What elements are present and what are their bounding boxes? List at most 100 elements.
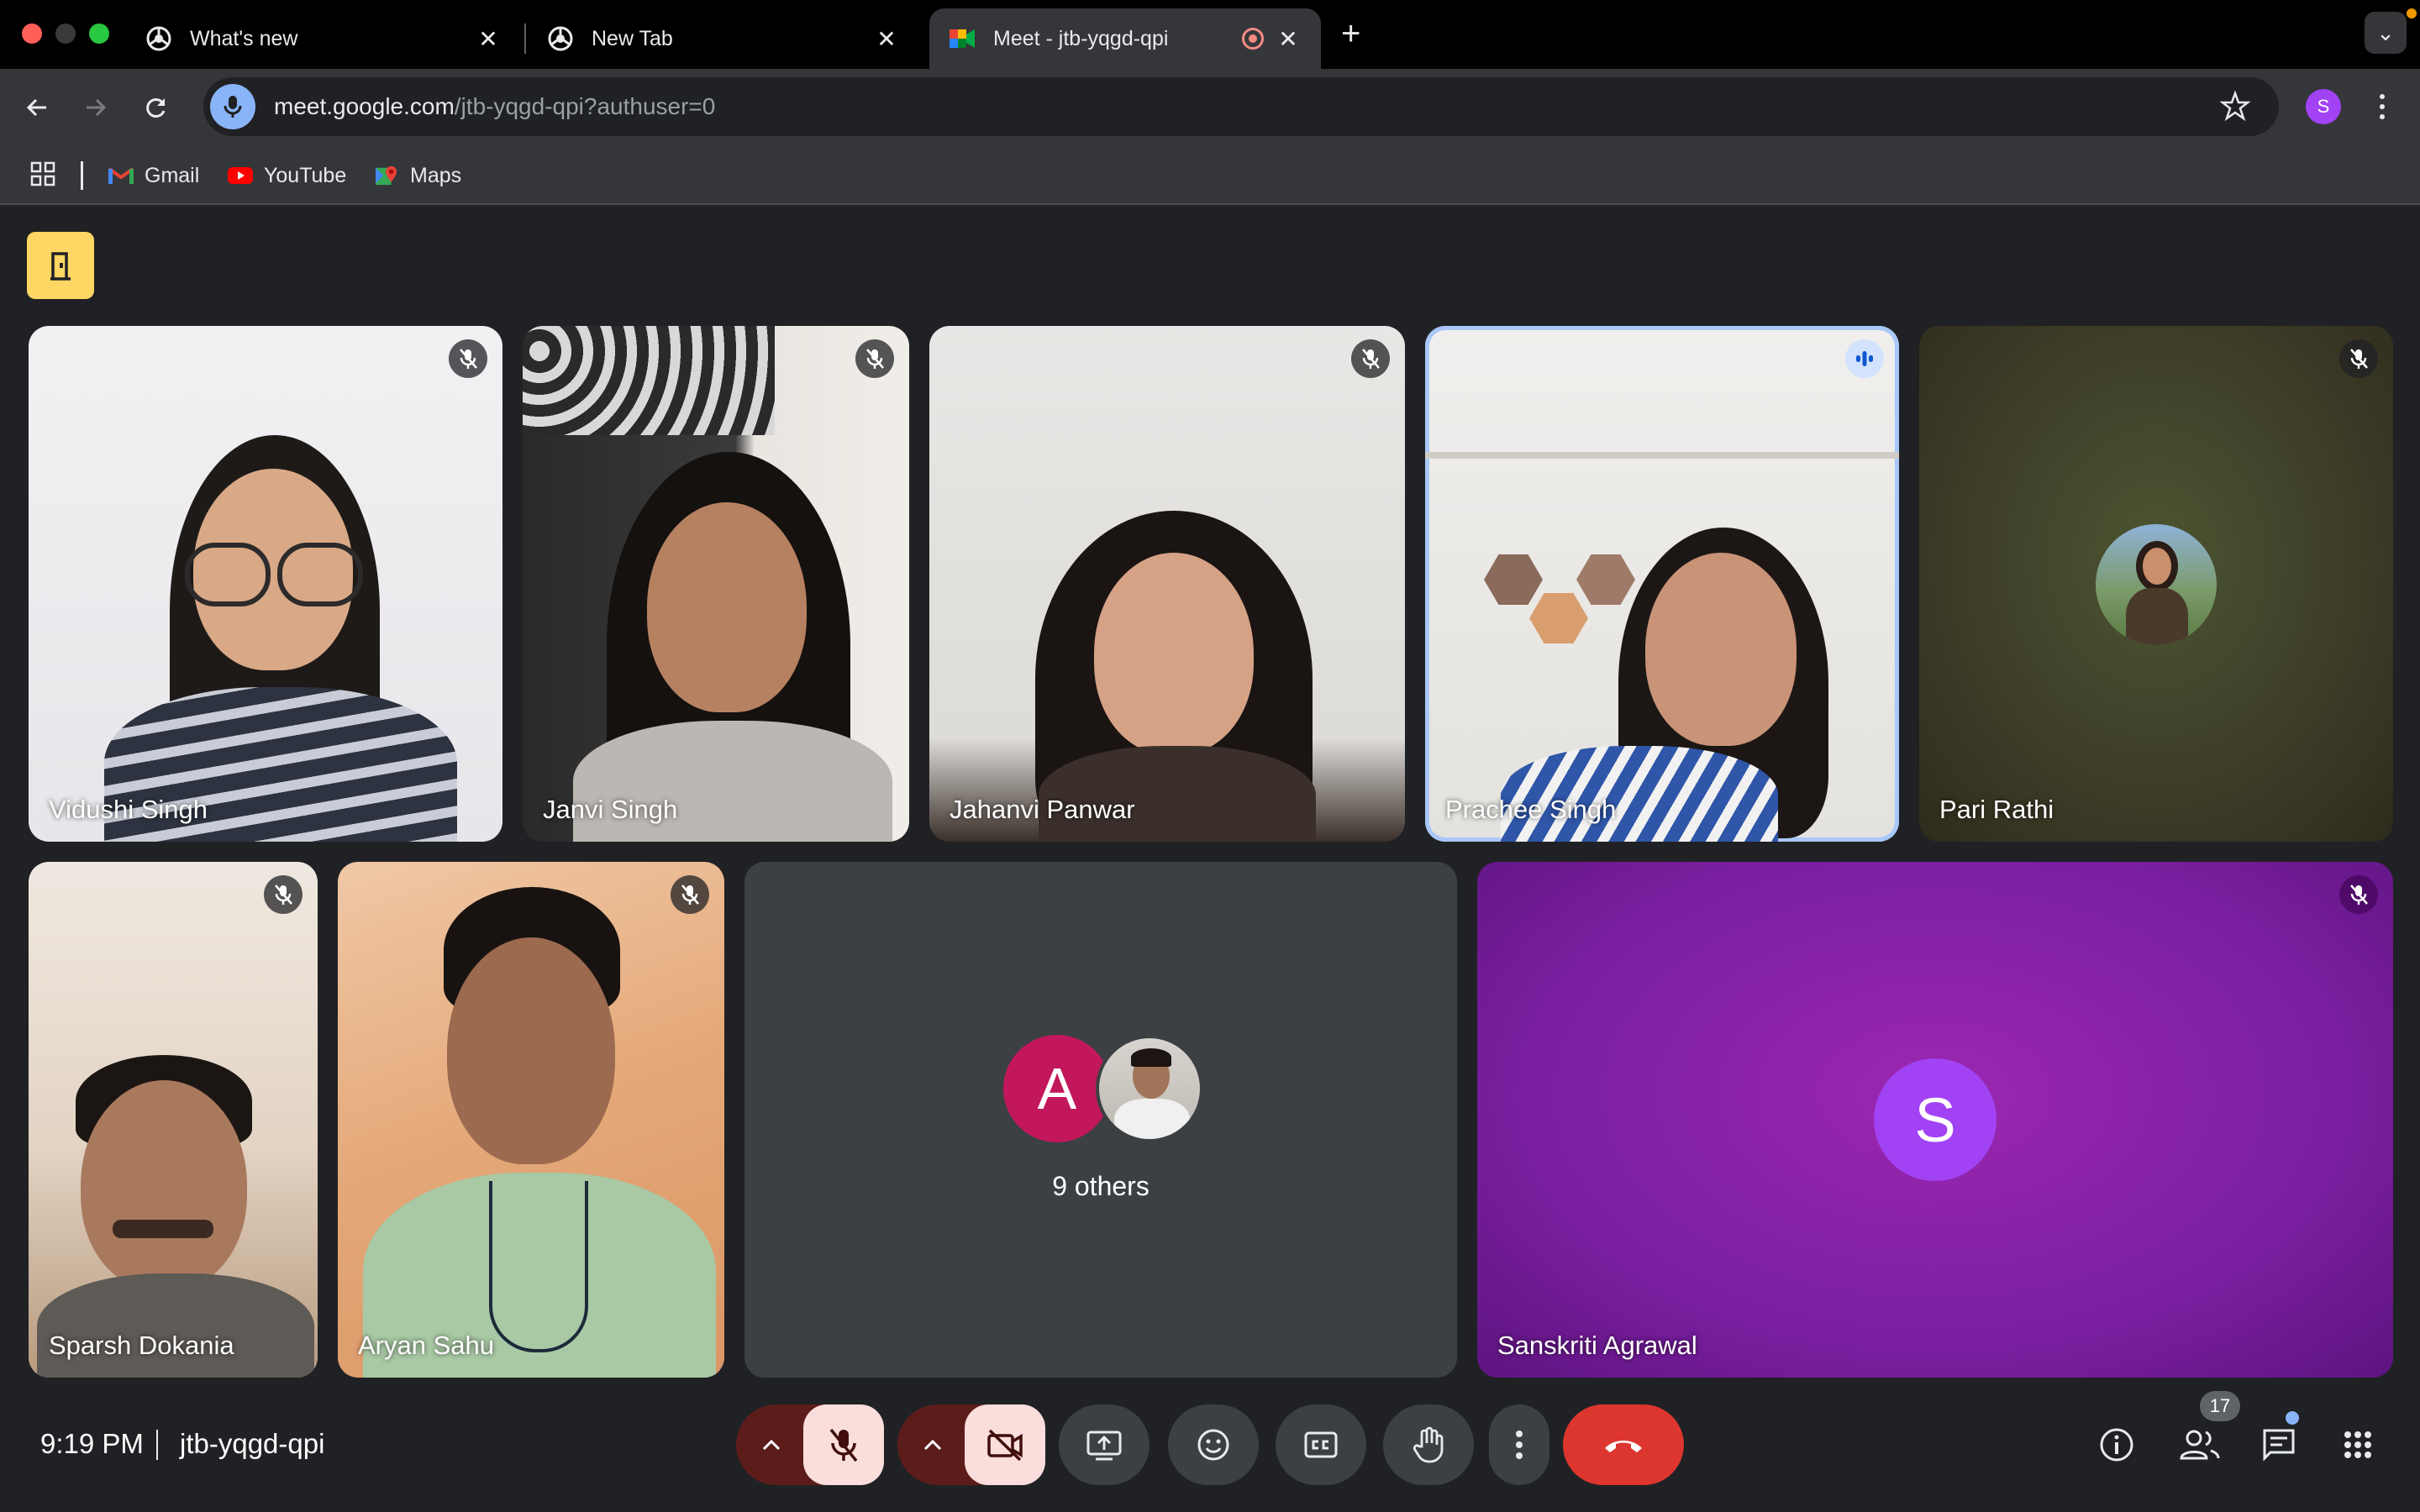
more-options-button[interactable]	[1489, 1404, 1549, 1485]
others-avatar-photo	[1096, 1035, 1203, 1142]
emoji-icon	[1197, 1429, 1229, 1461]
video-face	[647, 502, 807, 712]
bookmark-divider	[81, 161, 83, 190]
video-shirt	[37, 1273, 314, 1378]
people-icon	[2180, 1430, 2220, 1460]
chrome-icon	[146, 26, 171, 51]
participant-name: Jahanvi Panwar	[950, 795, 1135, 824]
participant-name: Janvi Singh	[543, 795, 678, 824]
tab-search-button[interactable]: ⌄	[2365, 12, 2407, 54]
video-moustache	[113, 1220, 213, 1238]
address-bar[interactable]: meet.google.com/jtb-yqgd-qpi?authuser=0	[203, 77, 2279, 136]
close-tab-icon[interactable]: ✕	[872, 25, 901, 53]
participant-tile-vidushi[interactable]: Vidushi Singh	[29, 326, 502, 842]
video-options-button[interactable]	[899, 1404, 966, 1485]
others-tile[interactable]: A 9 others	[744, 862, 1457, 1378]
present-screen-icon	[1086, 1431, 1122, 1461]
apps-grid-icon[interactable]	[30, 161, 55, 191]
video-hex-decor	[1529, 593, 1588, 643]
reload-button[interactable]	[134, 86, 178, 129]
participant-tile-sanskriti[interactable]: S Sanskriti Agrawal	[1477, 862, 2393, 1378]
door-icon	[50, 252, 71, 281]
microphone-site-icon[interactable]	[210, 84, 255, 129]
bookmark-label: Maps	[410, 163, 462, 187]
participant-tile-pari[interactable]: Pari Rathi	[1919, 326, 2393, 842]
tab-title: What's new	[190, 26, 298, 50]
tab-new-tab[interactable]: New Tab ✕	[528, 8, 919, 69]
reload-icon	[146, 98, 166, 118]
tab-meet[interactable]: Meet - jtb-yqgd-qpi ✕	[929, 8, 1321, 69]
meeting-host-controls-button[interactable]	[27, 232, 94, 299]
url-host: meet.google.com	[274, 93, 455, 119]
profile-avatar[interactable]: S	[2306, 89, 2341, 124]
captions-button[interactable]	[1276, 1404, 1366, 1485]
tab-whats-new[interactable]: What's new ✕	[126, 8, 521, 69]
bookmark-label: YouTube	[264, 163, 347, 187]
activities-button[interactable]	[2328, 1404, 2388, 1485]
raise-hand-button[interactable]	[1383, 1404, 1474, 1485]
info-icon	[2100, 1428, 2133, 1462]
minimize-window-button[interactable]	[55, 24, 76, 44]
participant-tile-jahanvi[interactable]: Jahanvi Panwar	[929, 326, 1405, 842]
tab-separator	[524, 24, 526, 54]
recording-indicator-icon	[1242, 28, 1264, 50]
video-face	[1094, 553, 1254, 754]
present-screen-button[interactable]	[1059, 1404, 1150, 1485]
leave-call-button[interactable]	[1563, 1404, 1684, 1485]
participant-name: Sparsh Dokania	[49, 1331, 234, 1360]
camera-off-icon	[987, 1429, 1023, 1462]
muted-mic-icon	[671, 875, 709, 914]
zoom-window-button[interactable]	[89, 24, 109, 44]
muted-mic-icon	[1351, 339, 1390, 378]
muted-mic-icon	[2339, 339, 2378, 378]
close-window-button[interactable]	[22, 24, 42, 44]
close-tab-icon[interactable]: ✕	[1274, 25, 1302, 53]
google-meet-icon	[950, 26, 975, 51]
bookmark-star-icon[interactable]	[2219, 90, 2251, 125]
tab-title: Meet - jtb-yqgd-qpi	[993, 26, 1169, 50]
participant-tile-sparsh[interactable]: Sparsh Dokania	[29, 862, 318, 1378]
meeting-time: 9:19 PM	[40, 1428, 144, 1459]
microphone-off-icon	[829, 1428, 858, 1462]
participant-name: Vidushi Singh	[49, 795, 208, 824]
participant-name: Aryan Sahu	[358, 1331, 494, 1360]
video-face	[1645, 553, 1797, 746]
video-face	[447, 937, 615, 1164]
bookmark-label: Gmail	[145, 163, 200, 187]
url-path: /jtb-yqgd-qpi?authuser=0	[454, 93, 716, 119]
forward-button[interactable]	[74, 86, 118, 129]
reactions-button[interactable]	[1168, 1404, 1259, 1485]
browser-menu-button[interactable]	[2370, 86, 2395, 128]
bookmark-youtube[interactable]: YouTube	[227, 161, 346, 190]
more-vert-icon	[1516, 1431, 1523, 1459]
arrow-left-icon	[26, 98, 46, 117]
close-tab-icon[interactable]: ✕	[474, 25, 502, 53]
chevron-up-icon	[923, 1439, 942, 1451]
maps-icon	[376, 165, 397, 186]
participant-avatar-photo	[2096, 524, 2217, 645]
back-button[interactable]	[15, 86, 59, 129]
participant-tile-aryan[interactable]: Aryan Sahu	[338, 862, 724, 1378]
audio-options-button[interactable]	[738, 1404, 805, 1485]
camera-toggle-button[interactable]	[965, 1404, 1045, 1485]
bookmark-maps[interactable]: Maps	[373, 161, 461, 190]
bookmark-gmail[interactable]: Gmail	[108, 161, 199, 190]
gmail-icon	[108, 167, 134, 184]
meeting-details-button[interactable]	[2089, 1404, 2144, 1485]
participant-tile-prachee[interactable]: Prachee Singh	[1425, 326, 1899, 842]
chat-button[interactable]	[2249, 1404, 2309, 1485]
muted-mic-icon	[264, 875, 302, 914]
time-separator	[156, 1430, 158, 1460]
microphone-toggle-button[interactable]	[803, 1404, 884, 1485]
participant-tile-janvi[interactable]: Janvi Singh	[523, 326, 909, 842]
hand-icon	[1413, 1426, 1444, 1463]
url-text: meet.google.com/jtb-yqgd-qpi?authuser=0	[274, 93, 715, 120]
participant-name: Pari Rathi	[1939, 795, 2054, 824]
participant-avatar: S	[1874, 1058, 1996, 1181]
video-glasses	[277, 543, 363, 606]
meeting-code: jtb-yqgd-qpi	[180, 1428, 325, 1459]
video-glasses	[185, 543, 271, 606]
end-call-icon	[1605, 1441, 1642, 1452]
video-curtain	[523, 326, 775, 435]
new-tab-button[interactable]: +	[1341, 15, 1360, 53]
